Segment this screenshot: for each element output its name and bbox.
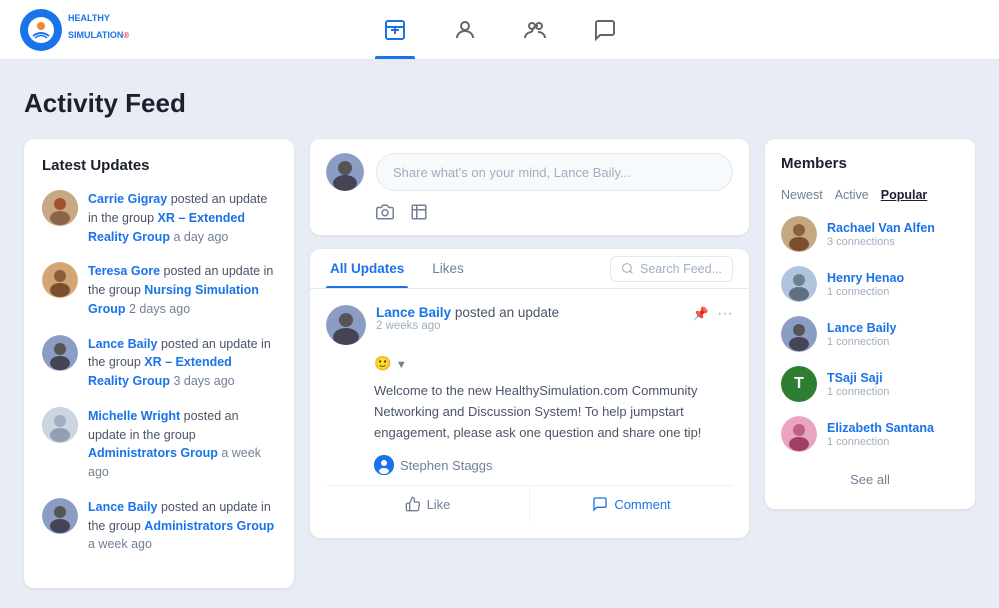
member-connections: 3 connections [827, 236, 959, 248]
reactor-avatar [374, 455, 394, 475]
list-item: Lance Baily posted an update in the grou… [42, 335, 276, 391]
columns-layout: Latest Updates Carrie Gigray posted an u… [24, 139, 975, 588]
member-avatar: T [781, 366, 817, 402]
tab-likes[interactable]: Likes [428, 249, 468, 288]
list-item: Henry Henao 1 connection [781, 266, 959, 302]
update-author-link[interactable]: Michelle Wright [88, 409, 180, 423]
current-user-avatar [326, 153, 364, 191]
member-avatar [781, 216, 817, 252]
member-avatar [781, 266, 817, 302]
post-actions-row [326, 203, 733, 221]
post-header: Lance Baily posted an update 2 weeks ago… [326, 305, 733, 345]
avatar [42, 262, 78, 298]
update-text: Carrie Gigray posted an update in the gr… [88, 190, 276, 246]
member-connections: 1 connection [827, 386, 959, 398]
post-footer: Like Comment [326, 485, 733, 522]
tab-all-updates[interactable]: All Updates [326, 249, 408, 288]
avatar [42, 498, 78, 534]
feed-column: Share what's on your mind, Lance Baily..… [310, 139, 749, 538]
page-content: Activity Feed Latest Updates Carrie Gigr… [0, 60, 999, 608]
chart-button[interactable] [410, 203, 428, 221]
post-placeholder[interactable]: Share what's on your mind, Lance Baily..… [376, 153, 733, 191]
avatar [42, 407, 78, 443]
logo-text: HEALTHY SIMULATION® [68, 13, 129, 47]
more-options-icon[interactable]: ··· [717, 305, 733, 323]
nav-activity[interactable] [375, 0, 415, 59]
post-options: 📌 ··· [693, 305, 733, 323]
member-avatar [781, 416, 817, 452]
update-group-link[interactable]: Administrators Group [144, 519, 274, 533]
member-name[interactable]: TSaji Saji [827, 370, 959, 386]
nav-profile[interactable] [445, 0, 485, 59]
list-item: Michelle Wright posted an update in the … [42, 407, 276, 482]
update-author-link[interactable]: Teresa Gore [88, 264, 160, 278]
post-author-name[interactable]: Lance Baily posted an update [376, 305, 683, 320]
logo[interactable]: HEALTHY SIMULATION® [20, 9, 129, 51]
member-name[interactable]: Lance Baily [827, 320, 959, 336]
members-tabs: Newest Active Popular [781, 188, 959, 202]
list-item: Lance Baily 1 connection [781, 316, 959, 352]
nav-chat[interactable] [585, 0, 625, 59]
update-author-link[interactable]: Lance Baily [88, 500, 157, 514]
list-item: T TSaji Saji 1 connection [781, 366, 959, 402]
post-input-row: Share what's on your mind, Lance Baily..… [326, 153, 733, 191]
members-tab-active[interactable]: Active [835, 188, 869, 202]
latest-updates-title: Latest Updates [42, 157, 276, 174]
search-feed-placeholder: Search Feed... [640, 262, 722, 276]
update-text: Lance Baily posted an update in the grou… [88, 335, 276, 391]
member-info: Elizabeth Santana 1 connection [827, 420, 959, 448]
list-item: Teresa Gore posted an update in the grou… [42, 262, 276, 318]
member-info: Rachael Van Alfen 3 connections [827, 220, 959, 248]
list-item: Lance Baily posted an update in the grou… [42, 498, 276, 554]
reactor-name: Stephen Staggs [400, 458, 493, 473]
page-title: Activity Feed [24, 88, 975, 119]
member-name[interactable]: Rachael Van Alfen [827, 220, 959, 236]
member-info: Henry Henao 1 connection [827, 270, 959, 298]
list-item: Elizabeth Santana 1 connection [781, 416, 959, 452]
update-author-link[interactable]: Carrie Gigray [88, 192, 167, 206]
post-body: Welcome to the new HealthySimulation.com… [326, 381, 733, 443]
reaction-row: Stephen Staggs [326, 455, 733, 475]
member-avatar [781, 316, 817, 352]
member-name[interactable]: Elizabeth Santana [827, 420, 959, 436]
members-tab-newest[interactable]: Newest [781, 188, 823, 202]
update-text: Teresa Gore posted an update in the grou… [88, 262, 276, 318]
latest-updates-panel: Latest Updates Carrie Gigray posted an u… [24, 139, 294, 588]
members-panel: Members Newest Active Popular Rachael Va… [765, 139, 975, 509]
logo-icon [20, 9, 62, 51]
comment-button[interactable]: Comment [530, 486, 733, 522]
pin-icon[interactable]: 📌 [693, 306, 709, 322]
post-box: Share what's on your mind, Lance Baily..… [310, 139, 749, 235]
update-text: Michelle Wright posted an update in the … [88, 407, 276, 482]
member-name[interactable]: Henry Henao [827, 270, 959, 286]
see-all-button[interactable]: See all [781, 466, 959, 493]
post-author-avatar [326, 305, 366, 345]
post-meta: Lance Baily posted an update 2 weeks ago [376, 305, 683, 332]
member-info: Lance Baily 1 connection [827, 320, 959, 348]
post-emoji-reaction: 🙂 ▼ [326, 355, 733, 373]
update-text: Lance Baily posted an update in the grou… [88, 498, 276, 554]
members-tab-popular[interactable]: Popular [881, 188, 928, 202]
like-button[interactable]: Like [326, 486, 530, 522]
member-connections: 1 connection [827, 436, 959, 448]
main-nav [375, 0, 625, 59]
avatar [42, 190, 78, 226]
avatar [42, 335, 78, 371]
post-time: 2 weeks ago [376, 320, 683, 332]
member-connections: 1 connection [827, 336, 959, 348]
feed-card: All Updates Likes Search Feed... [310, 249, 749, 538]
update-author-link[interactable]: Lance Baily [88, 337, 157, 351]
list-item: Rachael Van Alfen 3 connections [781, 216, 959, 252]
nav-groups[interactable] [515, 0, 555, 59]
list-item: Carrie Gigray posted an update in the gr… [42, 190, 276, 246]
feed-post: Lance Baily posted an update 2 weeks ago… [310, 289, 749, 538]
members-title: Members [781, 155, 959, 172]
member-info: TSaji Saji 1 connection [827, 370, 959, 398]
search-feed[interactable]: Search Feed... [610, 256, 733, 282]
header: HEALTHY SIMULATION® [0, 0, 999, 60]
feed-tabs: All Updates Likes Search Feed... [310, 249, 749, 289]
camera-button[interactable] [376, 203, 394, 221]
member-connections: 1 connection [827, 286, 959, 298]
update-group-link[interactable]: Administrators Group [88, 446, 218, 460]
